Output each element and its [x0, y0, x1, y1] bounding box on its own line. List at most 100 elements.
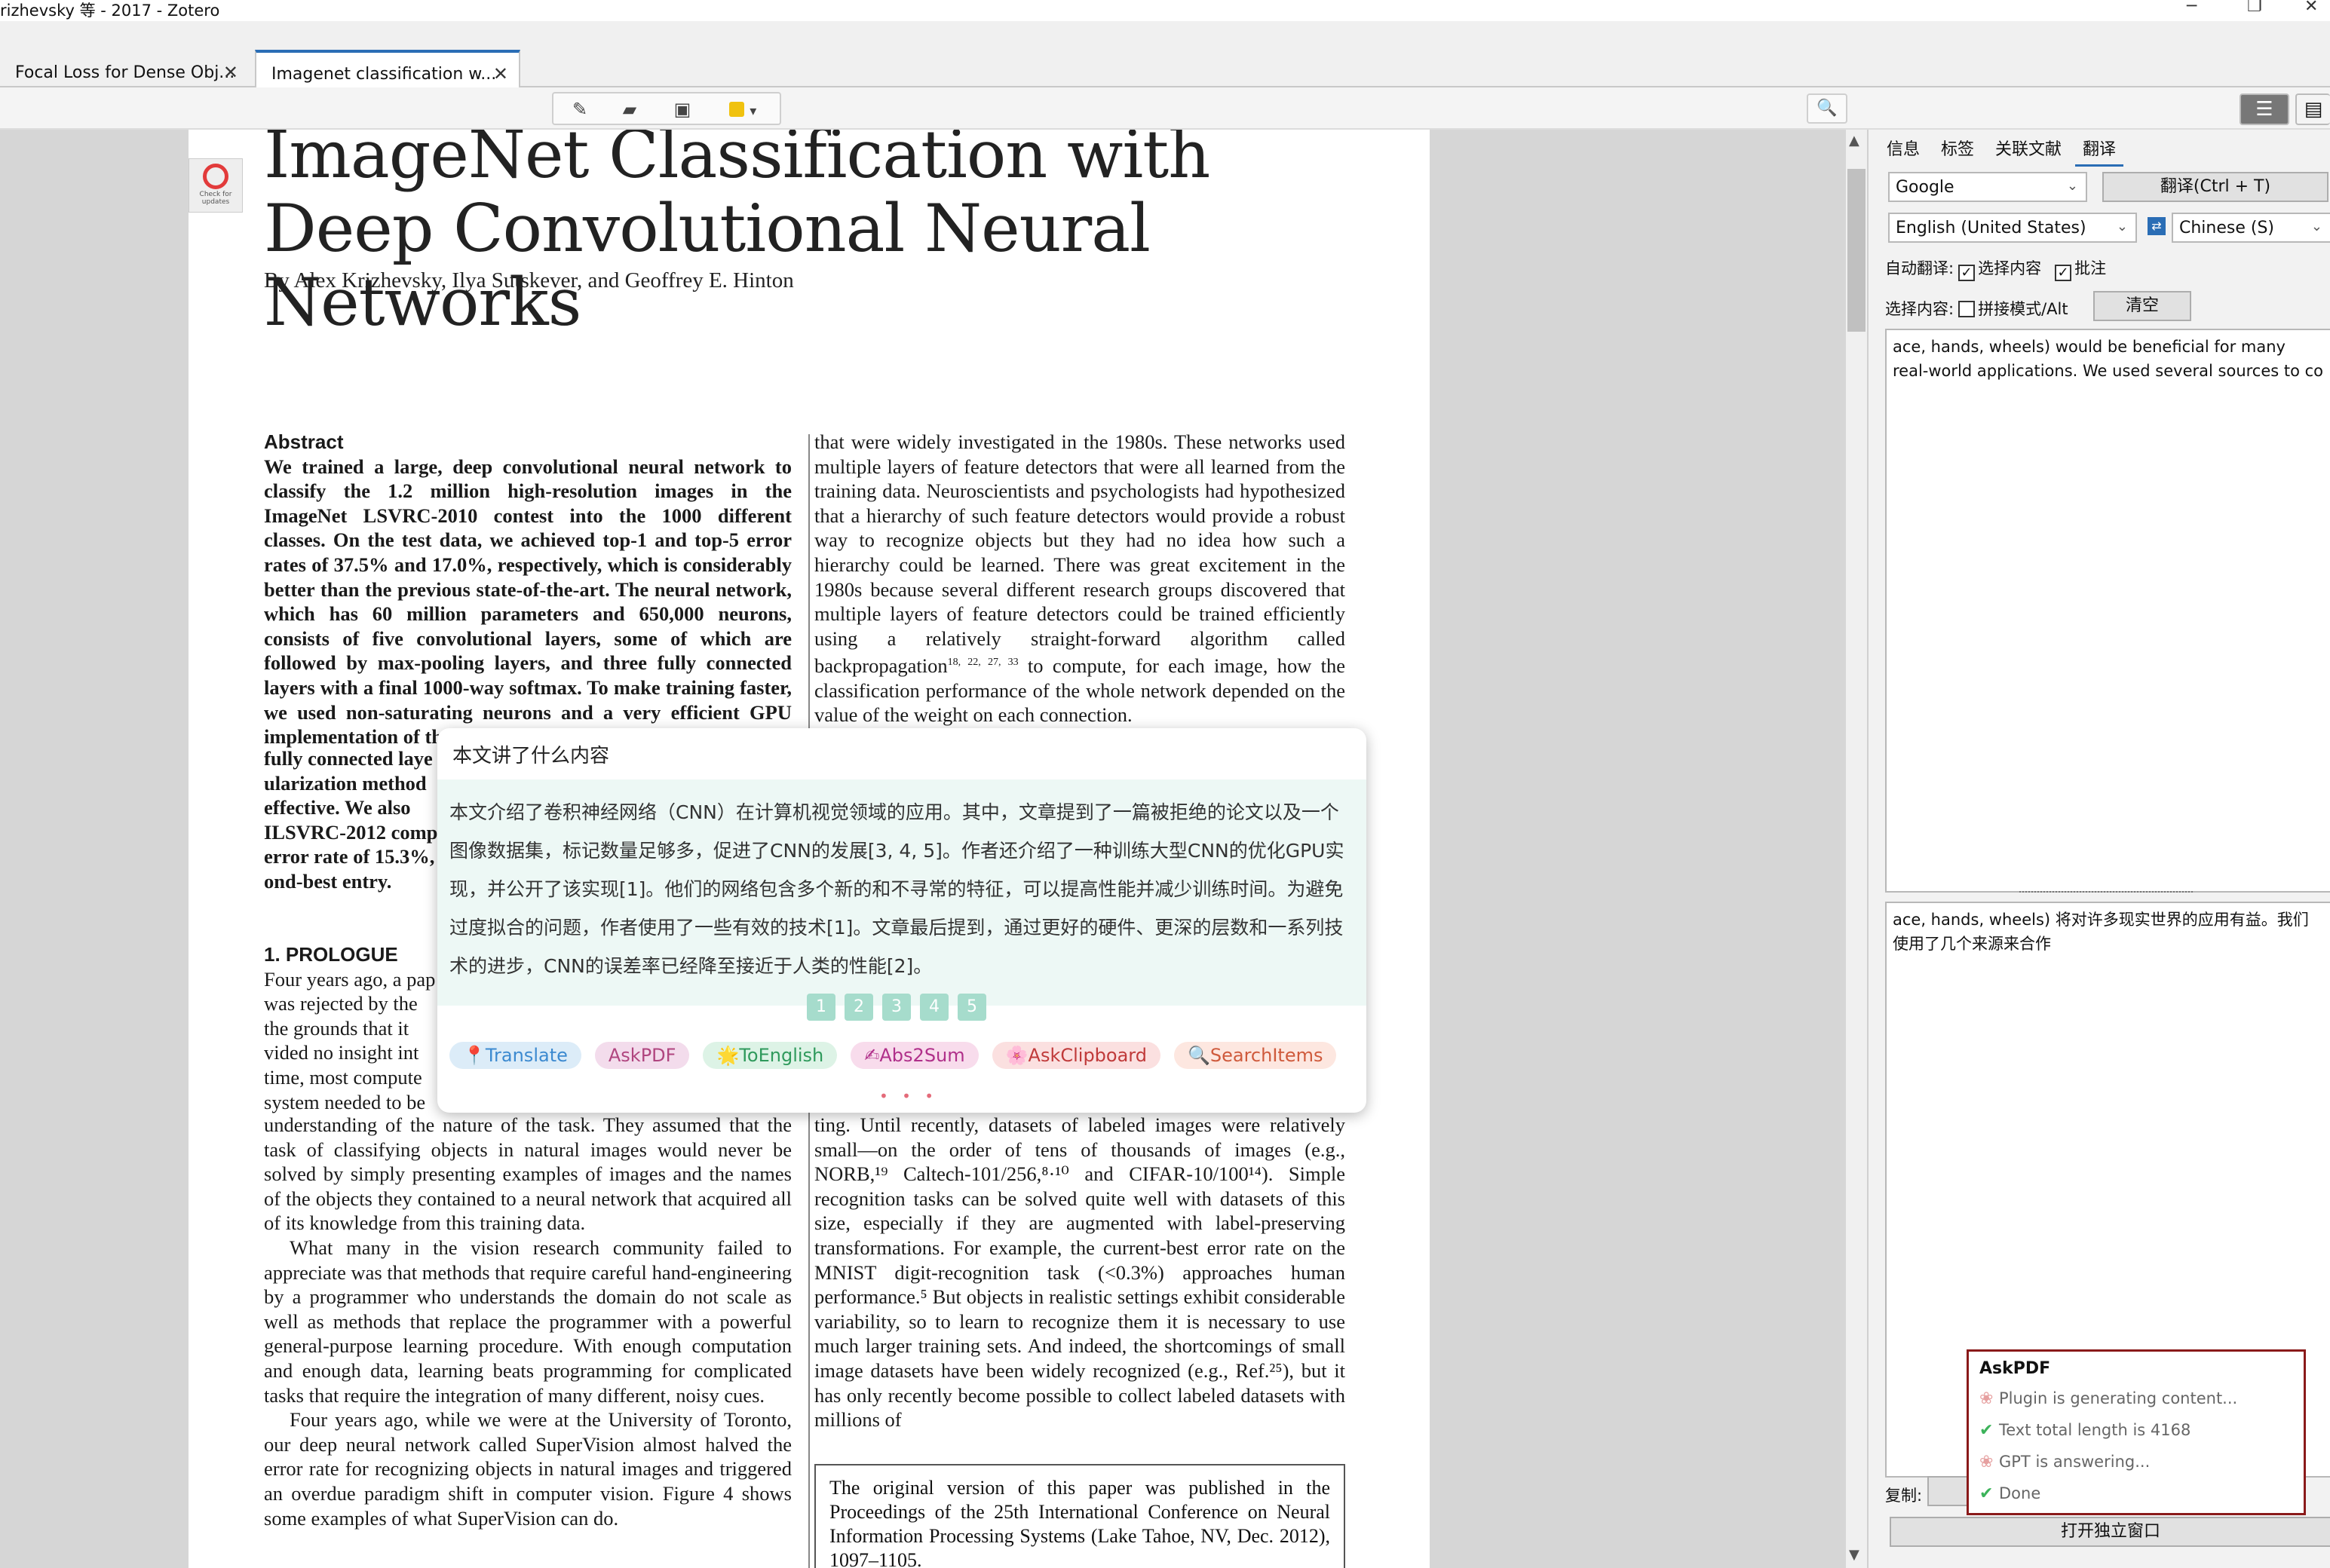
close-window-icon[interactable]: ✕	[2304, 0, 2318, 16]
writing-hand-icon: ✍	[864, 1045, 880, 1066]
tab-focal-loss[interactable]: Focal Loss for Dense Obj... ✕	[0, 51, 249, 87]
toggle-notes-icon[interactable]: ▤	[2295, 93, 2330, 125]
popup-question: 本文讲了什么内容	[452, 745, 610, 767]
intro-column-lower: ting. Until recently, datasets of labele…	[814, 1113, 1345, 1432]
tab-related[interactable]: 关联文献	[1988, 136, 2069, 164]
scrollbar-thumb[interactable]	[1847, 169, 1866, 332]
pencil-icon[interactable]: ✎	[561, 96, 599, 122]
answer-source-pages: 12345	[807, 994, 995, 1021]
copy-button[interactable]	[1927, 1476, 1973, 1506]
restore-icon[interactable]: ❐	[2247, 0, 2262, 16]
area-select-icon[interactable]: ▣	[664, 96, 701, 122]
color-swatch-icon	[728, 102, 744, 117]
toast-row: ✔ Done	[1979, 1478, 2293, 1509]
tab-label: Focal Loss for Dense Obj...	[15, 63, 235, 82]
intro-p2: ting. Until recently, datasets of labele…	[814, 1113, 1345, 1432]
crossmark-icon	[203, 164, 228, 189]
auto-translate-row: 自动翻译: ✓ 选择内容 ✓ 批注	[1885, 259, 2107, 281]
gpt-icon: ❀	[1979, 1453, 1994, 1472]
askpdf-popup: 本文讲了什么内容 本文介绍了卷积神经网络（CNN）在计算机视觉领域的应用。其中，…	[437, 728, 1366, 1113]
scroll-down-icon[interactable]: ▼	[1849, 1547, 1859, 1563]
close-tab-icon[interactable]: ✕	[223, 62, 238, 83]
source-page-button[interactable]: 2	[845, 994, 873, 1021]
context-tabs: 信息 标签 关联文献 翻译	[1879, 136, 2129, 167]
paper-authors: By Alex Krizhevsky, Ilya Sutskever, and …	[264, 268, 794, 292]
chevron-down-icon: ⌄	[2116, 219, 2128, 234]
toggle-context-pane-icon[interactable]: ☰	[2240, 93, 2289, 125]
sidebar-toggle-bar: ☰ ▤	[1867, 87, 2330, 130]
intro-column: that were widely investigated in the 198…	[814, 430, 1345, 727]
askpdf-progress-toast: AskPDF ❀ Plugin is generating content... …	[1967, 1349, 2306, 1515]
check-icon: ✔	[1979, 1421, 1994, 1440]
search-icon: 🔍	[1187, 1045, 1210, 1066]
abstract-heading: Abstract	[264, 430, 344, 453]
check-updates-badge[interactable]: Check for updates	[189, 158, 243, 213]
tab-translate[interactable]: 翻译	[2075, 136, 2124, 167]
auto-annotation-checkbox[interactable]: ✓	[2055, 265, 2072, 281]
chevron-down-icon: ⌄	[2066, 178, 2078, 194]
prologue-p2: What many in the vision research communi…	[264, 1236, 792, 1407]
tab-bar: Focal Loss for Dense Obj... ✕ Imagenet c…	[0, 21, 2330, 87]
source-page-button[interactable]: 3	[882, 994, 911, 1021]
paper-title: ImageNet Classification with Deep Convol…	[264, 130, 1210, 341]
annotation-tools: ✎ ▰ ▣ ▾	[552, 92, 781, 125]
prologue-column: understanding of the nature of the task.…	[264, 1113, 792, 1530]
intro-p1: that were widely investigated in the 198…	[814, 430, 1346, 727]
auto-selection-checkbox[interactable]: ✓	[1958, 265, 1976, 281]
color-picker[interactable]: ▾	[715, 96, 771, 122]
viewer-scrollbar[interactable]: ▲ ▼	[1846, 130, 1867, 1568]
prologue-p3: Four years ago, while we were at the Uni…	[264, 1408, 792, 1530]
tag-askpdf[interactable]: AskPDF	[594, 1042, 690, 1069]
source-page-button[interactable]: 5	[958, 994, 986, 1021]
translate-button[interactable]: 翻译(Ctrl + T)	[2102, 172, 2328, 202]
window-titlebar: rizhevsky 等 - 2017 - Zotero ─ ❐ ✕	[0, 0, 2330, 21]
resize-grip[interactable]	[2019, 891, 2193, 896]
close-tab-icon[interactable]: ✕	[493, 63, 508, 84]
abstract-column: Abstract We trained a large, deep convol…	[264, 430, 792, 749]
swap-language-icon[interactable]: ⇄	[2148, 217, 2166, 235]
toast-title: AskPDF	[1979, 1359, 2051, 1378]
source-page-button[interactable]: 4	[920, 994, 949, 1021]
tab-tags[interactable]: 标签	[1933, 136, 1982, 164]
source-language-select[interactable]: English (United States) ⌄	[1888, 213, 2137, 243]
toast-row: ❀ GPT is answering...	[1979, 1446, 2293, 1478]
copy-label: 复制:	[1885, 1487, 1923, 1505]
chevron-down-icon: ⌄	[2310, 219, 2322, 234]
more-tags-icon[interactable]: • • •	[879, 1087, 938, 1105]
search-icon[interactable]: 🔍	[1807, 93, 1847, 124]
scroll-up-icon[interactable]: ▲	[1849, 133, 1859, 149]
selection-row: 选择内容: 拼接模式/Alt	[1885, 300, 2068, 318]
abstract-text: We trained a large, deep convolutional n…	[264, 455, 792, 749]
gpt-icon: ❀	[1979, 1389, 1994, 1408]
star-icon: 🌟	[716, 1045, 740, 1066]
window-title: rizhevsky 等 - 2017 - Zotero	[0, 2, 220, 20]
publication-note: The original version of this paper was p…	[814, 1464, 1345, 1568]
clear-button[interactable]: 清空	[2093, 291, 2191, 321]
tag-toenglish[interactable]: 🌟ToEnglish	[703, 1042, 838, 1069]
prologue-p1: understanding of the nature of the task.…	[264, 1113, 792, 1235]
tab-imagenet[interactable]: Imagenet classification w... ✕	[255, 50, 520, 87]
chevron-down-icon: ▾	[750, 103, 757, 119]
concat-mode-checkbox[interactable]	[1958, 301, 1976, 317]
engine-select[interactable]: Google ⌄	[1888, 172, 2087, 202]
source-page-button[interactable]: 1	[807, 994, 835, 1021]
open-window-button[interactable]: 打开独立窗口	[1890, 1517, 2330, 1547]
toast-row: ✔ Text total length is 4168	[1979, 1414, 2293, 1446]
prompt-tags: 📍Translate AskPDF 🌟ToEnglish ✍Abs2Sum 🌸AskCl…	[449, 1042, 1350, 1069]
reader-toolbar: ✎ ▰ ▣ ▾ 🔍	[0, 87, 1867, 130]
minimize-icon[interactable]: ─	[2187, 0, 2197, 16]
tag-askclipboard[interactable]: 🌸AskClipboard	[992, 1042, 1160, 1069]
toast-row: ❀ Plugin is generating content...	[1979, 1383, 2293, 1414]
tab-info[interactable]: 信息	[1879, 136, 1927, 164]
pin-icon: 📍	[463, 1045, 486, 1066]
source-textarea[interactable]: ace, hands, wheels) would be beneficial …	[1885, 329, 2330, 893]
tab-label: Imagenet classification w...	[271, 65, 497, 84]
flower-icon: 🌸	[1005, 1045, 1029, 1066]
popup-answer: 本文介绍了卷积神经网络（CNN）在计算机视觉领域的应用。其中，文章提到了一篇被拒…	[437, 779, 1366, 1006]
note-icon[interactable]: ▰	[611, 96, 648, 122]
check-icon: ✔	[1979, 1484, 1994, 1503]
tag-abs2sum[interactable]: ✍Abs2Sum	[851, 1042, 979, 1069]
tag-translate[interactable]: 📍Translate	[449, 1042, 581, 1069]
target-language-select[interactable]: Chinese (S) ⌄	[2172, 213, 2330, 243]
tag-searchitems[interactable]: 🔍SearchItems	[1173, 1042, 1337, 1069]
